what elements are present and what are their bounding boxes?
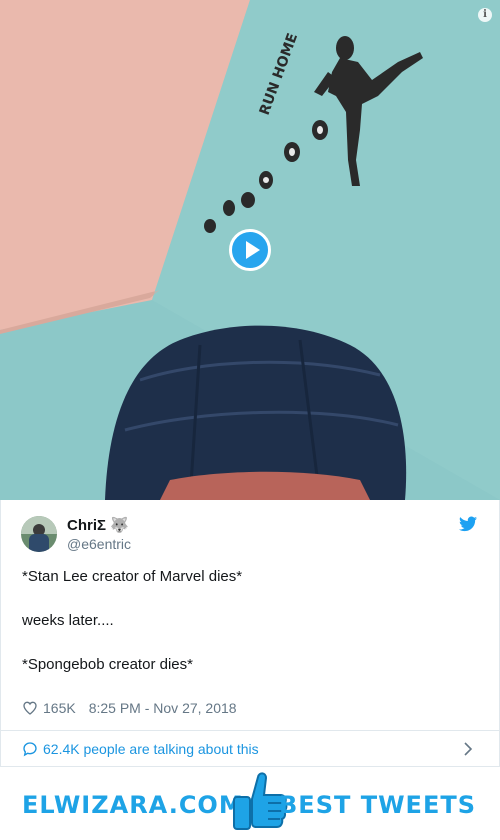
footer-banner: ELWIZARA.COM BEST TWEETS <box>0 767 500 840</box>
display-name-text: ChriΣ <box>67 516 107 534</box>
comment-icon <box>23 741 37 756</box>
tweet-card: ChriΣ 🐺 @e6entric *Stan Lee creator of Ma… <box>0 500 500 730</box>
author-handle[interactable]: @e6entric <box>67 535 131 553</box>
twitter-icon[interactable] <box>459 516 477 532</box>
tweet-line-1: *Stan Lee creator of Marvel dies* <box>22 568 243 585</box>
info-icon[interactable]: i <box>478 8 492 22</box>
play-icon <box>246 241 260 259</box>
like-count[interactable]: 165K <box>43 700 76 716</box>
best-tweets-text: BEST TWEETS <box>279 791 476 819</box>
conversation-link[interactable]: 62.4K people are talking about this <box>0 730 500 767</box>
tweet-timestamp[interactable]: 8:25 PM - Nov 27, 2018 <box>89 700 237 716</box>
brand-text[interactable]: ELWIZARA.COM <box>22 791 244 819</box>
tweet-line-3: *Spongebob creator dies* <box>22 656 193 673</box>
heart-icon[interactable] <box>22 700 38 716</box>
talking-text: 62.4K people are talking about this <box>43 740 259 757</box>
tweet-meta: 165K 8:25 PM - Nov 27, 2018 <box>22 700 237 716</box>
tweet-line-2: weeks later.... <box>22 612 114 629</box>
tweet-author[interactable]: ChriΣ 🐺 @e6entric <box>21 514 131 554</box>
chevron-right-icon <box>464 742 473 756</box>
author-display-name[interactable]: ChriΣ 🐺 <box>67 516 131 535</box>
wolf-emoji: 🐺 <box>110 516 129 534</box>
tweet-text: *Stan Lee creator of Marvel dies* weeks … <box>22 566 482 676</box>
play-button[interactable] <box>229 229 271 271</box>
tweet-media[interactable]: RUN HOME i <box>0 0 500 500</box>
avatar[interactable] <box>21 516 57 552</box>
